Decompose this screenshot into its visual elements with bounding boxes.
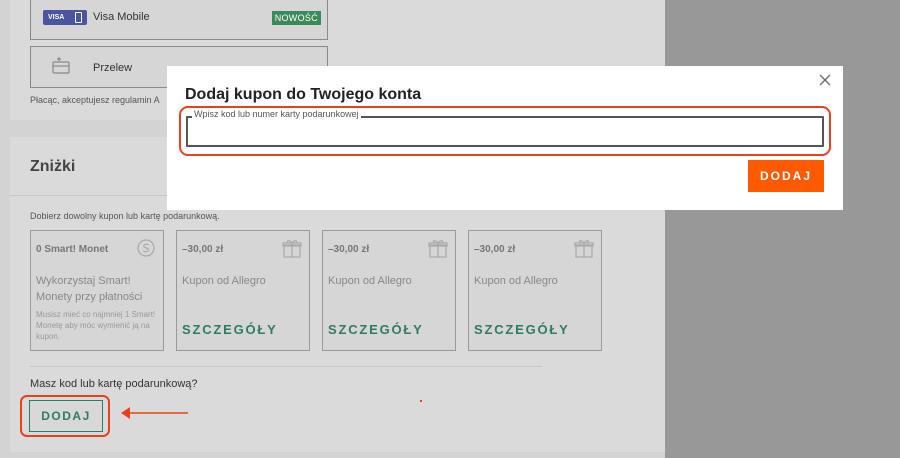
divider bbox=[30, 366, 542, 367]
coupon-code-field[interactable] bbox=[186, 116, 824, 147]
gift-icon bbox=[574, 240, 594, 258]
arrow-left-annotation-icon bbox=[121, 407, 188, 419]
new-badge: NOWOŚĆ bbox=[271, 11, 321, 25]
coupon-subtitle: Kupon od Allegro bbox=[474, 275, 558, 287]
terms-text: Płacąc, akceptujesz regulamin A bbox=[30, 95, 160, 105]
transfer-icon bbox=[52, 57, 70, 74]
gift-icon bbox=[428, 240, 448, 258]
payment-option-label: Visa Mobile bbox=[93, 11, 150, 23]
highlight-frame bbox=[20, 395, 110, 437]
discounts-help-text: Dobierz dowolny kupon lub kartę podarunk… bbox=[30, 211, 220, 221]
modal-title: Dodaj kupon do Twojego konta bbox=[185, 86, 422, 103]
coupon-note: Musisz mieć co najmniej 1 Smart! Monetę … bbox=[36, 310, 156, 341]
coupon-subtitle: Kupon od Allegro bbox=[328, 275, 412, 287]
coupon-details-link[interactable]: SZCZEGÓŁY bbox=[328, 322, 424, 337]
visa-logo: VISA bbox=[43, 10, 87, 25]
coupon-details-link[interactable]: SZCZEGÓŁY bbox=[474, 322, 570, 337]
coupon-card-allegro[interactable]: –30,00 zł Kupon od Allegro SZCZEGÓŁY bbox=[176, 230, 310, 351]
coupon-code-label: Wpisz kod lub numer karty podarunkowej bbox=[192, 109, 361, 119]
coupon-code-input[interactable] bbox=[188, 118, 822, 145]
add-coupon-modal: Dodaj kupon do Twojego konta Wpisz kod l… bbox=[167, 66, 843, 210]
add-coupon-button[interactable]: DODAJ bbox=[748, 160, 824, 192]
coupon-title: 0 Smart! Monet bbox=[36, 244, 109, 255]
close-icon[interactable] bbox=[818, 73, 832, 87]
coupon-title: –30,00 zł bbox=[328, 244, 370, 255]
coupon-card-allegro[interactable]: –30,00 zł Kupon od Allegro SZCZEGÓŁY bbox=[322, 230, 456, 351]
payment-option-label: Przelew bbox=[93, 62, 133, 74]
gift-icon bbox=[282, 240, 302, 258]
smart-coin-icon bbox=[137, 239, 155, 257]
coupon-details-link[interactable]: SZCZEGÓŁY bbox=[182, 322, 278, 337]
coupon-subtitle: Kupon od Allegro bbox=[182, 275, 266, 287]
phone-icon bbox=[75, 12, 82, 23]
coupon-subtitle: Wykorzystaj Smart! Monety przy płatności bbox=[36, 275, 143, 303]
coupon-card-allegro[interactable]: –30,00 zł Kupon od Allegro SZCZEGÓŁY bbox=[468, 230, 602, 351]
coupon-title: –30,00 zł bbox=[474, 244, 516, 255]
payment-option-visa-mobile[interactable]: VISA Visa Mobile NOWOŚĆ bbox=[30, 0, 328, 40]
discounts-title: Zniżki bbox=[30, 158, 76, 175]
coupon-title: –30,00 zł bbox=[182, 244, 224, 255]
has-code-text: Masz kod lub kartę podarunkową? bbox=[30, 378, 198, 390]
coupon-card-smart-monet[interactable]: 0 Smart! Monet Wykorzystaj Smart! Monety… bbox=[30, 230, 164, 351]
cursor-dot bbox=[420, 400, 422, 402]
